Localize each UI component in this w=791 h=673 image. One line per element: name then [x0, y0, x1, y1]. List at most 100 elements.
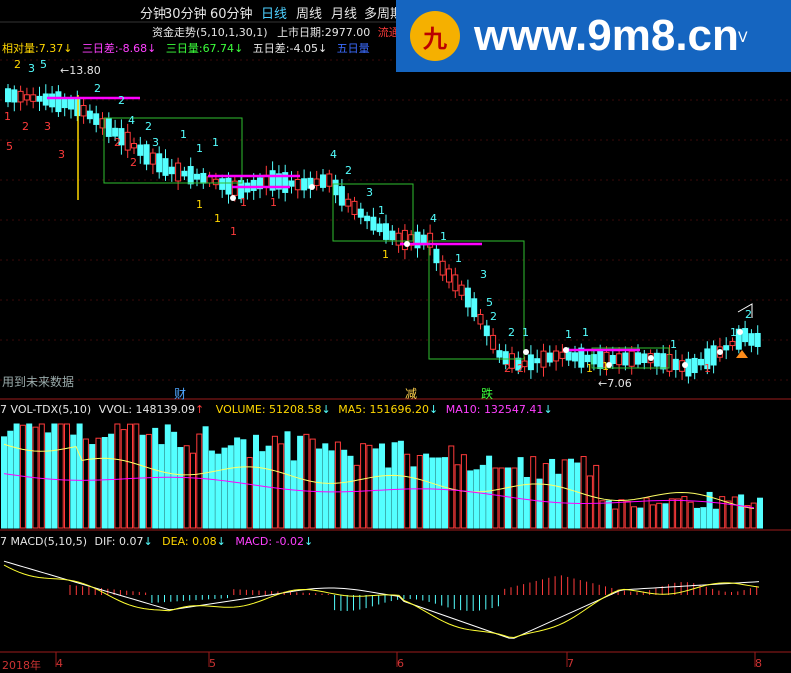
candle-body	[11, 89, 18, 103]
rel-volume-arrow: ↓	[63, 42, 73, 55]
three-day-vol-label: 三日量:	[165, 42, 203, 55]
candle-body	[559, 351, 566, 359]
signal-digit: 2	[114, 136, 121, 149]
signal-digit: 1	[565, 328, 572, 341]
volume-bar	[549, 458, 556, 529]
volume-bar	[152, 427, 159, 529]
three-day-vol-value: 67.74	[202, 42, 235, 55]
volume-bar	[284, 431, 291, 529]
signal-digit: 3	[152, 136, 159, 149]
candle-body	[672, 358, 679, 371]
volume-bar	[202, 426, 209, 529]
candle-body	[553, 350, 560, 362]
volume-bar	[278, 443, 285, 529]
signal-digit: 1	[180, 128, 187, 141]
event-reduction[interactable]: 减	[405, 385, 417, 402]
volume-bar	[618, 499, 625, 529]
candle-body	[212, 178, 219, 186]
signal-digit: 1	[455, 252, 462, 265]
macd-indicator-title[interactable]: 7 MACD(5,10,5)	[0, 535, 87, 548]
volume-bar	[486, 455, 493, 529]
future-data-notice: 用到未来数据	[2, 375, 75, 389]
signal-dot	[737, 329, 743, 335]
candle-body	[5, 88, 11, 103]
volume-bar	[379, 443, 385, 529]
volume-bar	[744, 505, 751, 529]
volume-bar	[757, 497, 763, 529]
candle-body	[219, 178, 226, 190]
volume-bar	[196, 433, 203, 529]
volume-bar	[82, 438, 89, 529]
time-axis-month-5: 5	[209, 657, 216, 670]
volume-bar	[64, 423, 70, 529]
signal-dot	[682, 362, 688, 368]
volume-bar	[687, 501, 694, 529]
volume-bar	[643, 497, 650, 529]
candle-body	[546, 352, 553, 363]
candle-body	[55, 91, 62, 113]
volume-label: VOLUME:	[215, 403, 266, 416]
volume-bar	[681, 496, 688, 529]
listing-date-label: 上市日期:	[277, 26, 325, 39]
dif-value: 0.07	[118, 535, 144, 548]
signal-digit: 5	[486, 296, 493, 309]
event-drop[interactable]: 跌	[481, 385, 493, 402]
volume-bar	[649, 504, 656, 529]
volume-bar	[334, 441, 341, 529]
candle-body	[439, 260, 446, 276]
volume-bar	[712, 508, 719, 529]
dea-arrow: ↓	[216, 535, 226, 548]
volume-bar	[391, 442, 398, 529]
volume-bar	[108, 433, 115, 529]
candle-body	[206, 176, 213, 184]
signal-digit: 1	[270, 196, 277, 209]
dea-value: 0.08	[192, 535, 217, 548]
volume-bar	[700, 507, 707, 529]
candle-body	[156, 153, 163, 173]
candle-body	[540, 350, 547, 368]
volume-bar	[227, 445, 234, 529]
signal-digit: 3	[28, 62, 35, 75]
volume-bar	[70, 434, 77, 529]
volume-bar	[290, 460, 297, 529]
signal-digit: 3	[58, 148, 65, 161]
candle-body	[616, 353, 623, 366]
volume-bar	[492, 467, 499, 529]
candle-body	[370, 216, 377, 231]
candle-body	[490, 334, 497, 350]
candle-body	[471, 298, 478, 318]
ma10-value: 132547.41	[483, 403, 544, 416]
candle-body	[338, 186, 345, 206]
signal-digit: 4	[330, 148, 337, 161]
volume-bar	[429, 457, 436, 529]
candle-body	[710, 345, 717, 366]
candle-body	[175, 162, 182, 182]
volume-bar	[215, 453, 222, 529]
signal-digit: 5	[6, 140, 13, 153]
event-earnings[interactable]: 财	[174, 385, 186, 402]
volume-bar	[114, 423, 121, 529]
three-day-diff-value: -8.68	[118, 42, 148, 55]
candle-body	[200, 172, 207, 184]
volume-bar	[694, 507, 700, 529]
main-legend: 相对量:7.37↓ 三日差:-8.68↓ 三日量:67.74↓ 五日差:-4.0…	[2, 40, 370, 56]
volume-arrow: ↓	[321, 403, 331, 416]
signal-digit: 1	[440, 230, 447, 243]
dea-label: DEA:	[162, 535, 189, 548]
candle-body	[477, 313, 484, 325]
volume-bar	[322, 443, 329, 529]
volume-bar	[259, 451, 266, 529]
candle-body	[49, 93, 56, 108]
volume-indicator-title[interactable]: 7 VOL-TDX(5,10)	[0, 403, 91, 416]
candle-body	[653, 352, 660, 367]
low-price-marker: ←7.06	[598, 377, 632, 390]
candle-body	[729, 340, 736, 347]
volume-bar	[26, 423, 33, 529]
kline-chart-canvas[interactable]: 152 332 3 5224 2311 122111 14231114113522 12 21 1…	[0, 0, 791, 673]
volume-bar	[316, 448, 322, 529]
signal-digit: 1	[586, 362, 593, 375]
candle-body	[181, 170, 188, 177]
candle-body	[294, 179, 301, 191]
candle-body	[23, 94, 30, 101]
signal-digit: 3	[44, 120, 51, 133]
